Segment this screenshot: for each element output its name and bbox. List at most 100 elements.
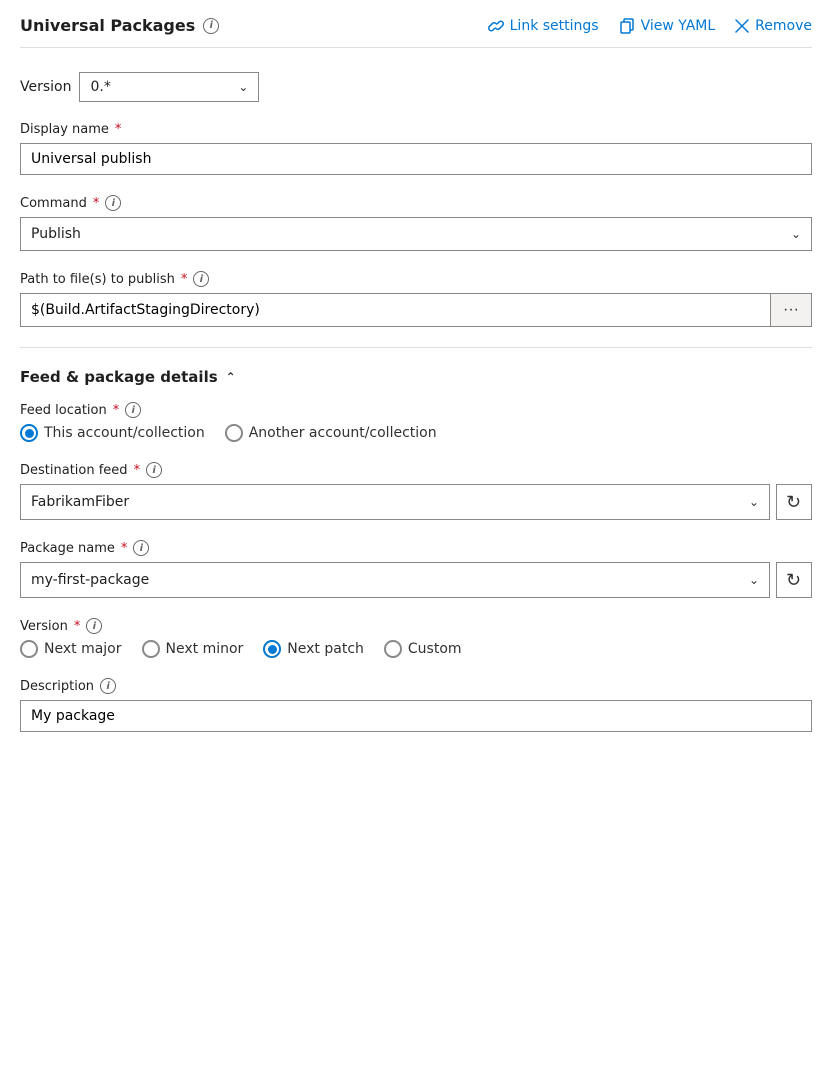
package-name-value: my-first-package (31, 572, 149, 588)
destination-feed-label: Destination feed (20, 463, 128, 478)
version-radio-required: * (74, 619, 81, 634)
title-info-icon[interactable]: i (203, 18, 219, 34)
display-name-input[interactable] (20, 143, 812, 175)
destination-feed-row: FabrikamFiber ⌄ ↺ (20, 484, 812, 520)
header-actions: Link settings View YAML Remove (488, 18, 812, 34)
remove-button[interactable]: Remove (735, 18, 812, 34)
command-dropdown[interactable]: Publish ⌄ (20, 217, 812, 251)
description-info-icon[interactable]: i (100, 678, 116, 694)
radio-custom-outer (384, 640, 402, 658)
radio-next-patch-inner (268, 645, 277, 654)
header-left: Universal Packages i (20, 16, 219, 35)
radio-another-account-label: Another account/collection (249, 425, 437, 441)
package-name-chevron-icon: ⌄ (749, 573, 759, 587)
radio-next-patch-label: Next patch (287, 641, 364, 657)
view-yaml-button[interactable]: View YAML (619, 18, 716, 34)
command-info-icon[interactable]: i (105, 195, 121, 211)
package-name-row: my-first-package ⌄ ↺ (20, 562, 812, 598)
top-version-value: 0.* (90, 79, 110, 95)
feed-location-info-icon[interactable]: i (125, 402, 141, 418)
refresh-icon: ↺ (786, 492, 801, 513)
description-label-row: Description i (20, 678, 812, 694)
command-value: Publish (31, 226, 81, 242)
command-required: * (93, 196, 100, 211)
feed-location-radio-group: This account/collection Another account/… (20, 424, 812, 442)
radio-this-account[interactable]: This account/collection (20, 424, 205, 442)
radio-custom[interactable]: Custom (384, 640, 462, 658)
link-settings-button[interactable]: Link settings (488, 18, 599, 34)
command-chevron-icon: ⌄ (791, 227, 801, 241)
destination-feed-refresh-button[interactable]: ↺ (776, 484, 812, 520)
feed-location-label-row: Feed location * i (20, 402, 812, 418)
display-name-required: * (115, 122, 122, 137)
radio-next-major-label: Next major (44, 641, 122, 657)
radio-custom-label: Custom (408, 641, 462, 657)
feed-package-section-label: Feed & package details (20, 368, 218, 386)
package-name-label-row: Package name * i (20, 540, 812, 556)
package-name-dropdown[interactable]: my-first-package ⌄ (20, 562, 770, 598)
version-radio-section: Version * i Next major Next minor Next p… (20, 618, 812, 658)
destination-feed-info-icon[interactable]: i (146, 462, 162, 478)
feed-location-required: * (113, 403, 120, 418)
path-label-row: Path to file(s) to publish * i (20, 271, 812, 287)
radio-next-major-outer (20, 640, 38, 658)
page-header: Universal Packages i Link settings View … (20, 16, 812, 48)
package-name-refresh-icon: ↺ (786, 570, 801, 591)
radio-this-account-inner (25, 429, 34, 438)
destination-feed-dropdown[interactable]: FabrikamFiber ⌄ (20, 484, 770, 520)
command-section: Command * i Publish ⌄ (20, 195, 812, 251)
feed-package-details-section: Feed & package details ⌃ Feed location *… (20, 368, 812, 732)
command-label-row: Command * i (20, 195, 812, 211)
destination-feed-value: FabrikamFiber (31, 494, 129, 510)
divider (20, 347, 812, 348)
version-radio-info-icon[interactable]: i (86, 618, 102, 634)
top-version-dropdown[interactable]: 0.* ⌄ (79, 72, 259, 102)
path-section: Path to file(s) to publish * i ··· (20, 271, 812, 327)
destination-feed-required: * (134, 463, 141, 478)
link-settings-label: Link settings (510, 18, 599, 34)
description-section: Description i (20, 678, 812, 732)
radio-another-account[interactable]: Another account/collection (225, 424, 437, 442)
destination-feed-chevron-icon: ⌄ (749, 495, 759, 509)
destination-feed-section: Destination feed * i FabrikamFiber ⌄ ↺ (20, 462, 812, 520)
package-name-info-icon[interactable]: i (133, 540, 149, 556)
description-input[interactable] (20, 700, 812, 732)
feed-package-section-header[interactable]: Feed & package details ⌃ (20, 368, 812, 386)
version-radio-group: Next major Next minor Next patch Custom (20, 640, 812, 658)
version-radio-label-row: Version * i (20, 618, 812, 634)
path-info-icon[interactable]: i (193, 271, 209, 287)
radio-next-major[interactable]: Next major (20, 640, 122, 658)
top-version-chevron-icon: ⌄ (238, 80, 248, 94)
destination-feed-label-row: Destination feed * i (20, 462, 812, 478)
package-name-refresh-button[interactable]: ↺ (776, 562, 812, 598)
display-name-section: Display name * (20, 122, 812, 175)
radio-next-minor-outer (142, 640, 160, 658)
path-input[interactable] (20, 293, 770, 327)
package-name-required: * (121, 541, 128, 556)
path-label: Path to file(s) to publish (20, 272, 175, 287)
radio-another-account-outer (225, 424, 243, 442)
radio-next-patch[interactable]: Next patch (263, 640, 364, 658)
radio-next-minor-label: Next minor (166, 641, 244, 657)
radio-next-minor[interactable]: Next minor (142, 640, 244, 658)
version-radio-label: Version (20, 619, 68, 634)
section-chevron-up-icon: ⌃ (226, 370, 236, 384)
path-ellipsis-button[interactable]: ··· (770, 293, 812, 327)
command-label: Command (20, 196, 87, 211)
feed-location-section: Feed location * i This account/collectio… (20, 402, 812, 442)
path-input-wrapper: ··· (20, 293, 812, 327)
path-required: * (181, 272, 188, 287)
package-name-section: Package name * i my-first-package ⌄ ↺ (20, 540, 812, 598)
description-label: Description (20, 679, 94, 694)
package-name-label: Package name (20, 541, 115, 556)
radio-next-patch-outer (263, 640, 281, 658)
top-version-section: Version 0.* ⌄ (20, 72, 259, 102)
page-title: Universal Packages (20, 16, 195, 35)
link-icon (488, 18, 504, 34)
display-name-label: Display name (20, 122, 109, 137)
radio-this-account-label: This account/collection (44, 425, 205, 441)
radio-this-account-outer (20, 424, 38, 442)
close-icon (735, 19, 749, 33)
copy-icon (619, 18, 635, 34)
display-name-label-row: Display name * (20, 122, 812, 137)
